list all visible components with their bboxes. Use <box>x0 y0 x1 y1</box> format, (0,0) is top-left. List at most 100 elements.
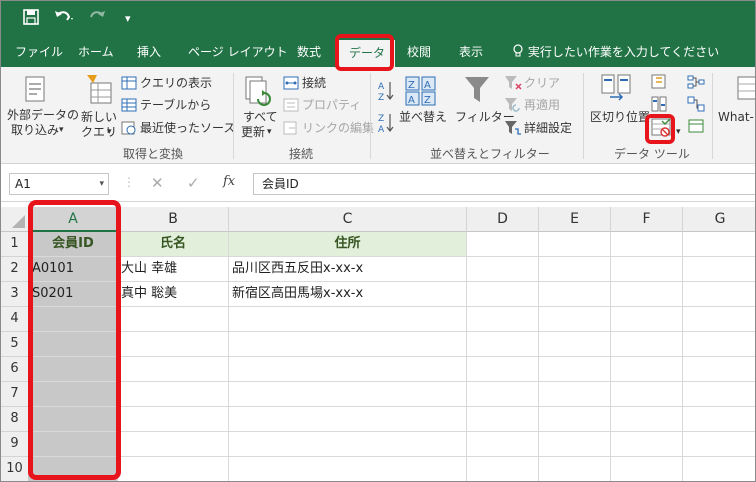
relationships-icon[interactable] <box>687 96 705 115</box>
cancel-icon[interactable]: ✕ <box>151 174 164 192</box>
show-queries-icon[interactable] <box>121 76 137 93</box>
table-cell[interactable] <box>229 332 467 357</box>
advanced-button[interactable]: 詳細設定 <box>524 121 572 135</box>
text-to-columns-icon[interactable] <box>600 73 634 110</box>
table-cell[interactable] <box>467 457 539 481</box>
table-cell[interactable] <box>467 307 539 332</box>
row-header[interactable]: 7 <box>1 382 29 407</box>
column-header-g[interactable]: G <box>683 207 755 232</box>
table-cell[interactable] <box>118 457 229 481</box>
table-cell[interactable] <box>611 332 683 357</box>
table-cell[interactable] <box>683 307 755 332</box>
new-query-label-1[interactable]: 新しい <box>81 110 117 124</box>
table-cell[interactable] <box>229 432 467 457</box>
header-cell[interactable] <box>539 232 611 257</box>
refresh-all-icon[interactable] <box>244 75 274 110</box>
table-cell[interactable] <box>118 332 229 357</box>
refresh-all-dropdown-icon[interactable]: ▾ <box>267 125 272 139</box>
table-cell[interactable] <box>683 357 755 382</box>
table-cell[interactable] <box>539 257 611 282</box>
consolidate-icon[interactable] <box>687 74 705 93</box>
table-cell[interactable] <box>229 382 467 407</box>
table-cell[interactable] <box>683 432 755 457</box>
external-data-dropdown-icon[interactable]: ▾ <box>59 123 64 137</box>
row-header[interactable]: 10 <box>1 457 29 481</box>
column-header-c[interactable]: C <box>229 207 467 232</box>
show-queries-button[interactable]: クエリの表示 <box>140 76 212 90</box>
table-cell[interactable] <box>539 432 611 457</box>
table-cell[interactable] <box>467 382 539 407</box>
row-header[interactable]: 2 <box>1 257 29 282</box>
tab-review[interactable]: 校閲 <box>407 39 431 67</box>
save-icon[interactable] <box>23 9 39 29</box>
column-header-f[interactable]: F <box>611 207 683 232</box>
new-query-icon[interactable] <box>85 73 115 110</box>
header-cell[interactable]: 氏名 <box>118 232 229 257</box>
table-cell[interactable] <box>467 332 539 357</box>
from-table-button[interactable]: テーブルから <box>140 98 211 112</box>
refresh-all-label-2[interactable]: 更新 <box>241 125 265 139</box>
header-cell[interactable] <box>611 232 683 257</box>
text-to-columns-button[interactable]: 区切り位置 <box>590 110 650 124</box>
table-cell[interactable] <box>467 357 539 382</box>
what-if-analysis-icon[interactable] <box>736 75 755 106</box>
header-cell[interactable]: 住所 <box>229 232 467 257</box>
table-cell[interactable] <box>683 407 755 432</box>
customize-qat-icon[interactable]: ▾ <box>125 9 131 29</box>
flash-fill-icon[interactable] <box>651 74 667 93</box>
table-cell[interactable] <box>539 307 611 332</box>
column-header-e[interactable]: E <box>539 207 611 232</box>
tab-view[interactable]: 表示 <box>459 39 483 67</box>
external-data-icon[interactable] <box>23 75 49 108</box>
external-data-label-2[interactable]: 取り込み <box>11 123 59 137</box>
table-cell[interactable] <box>539 382 611 407</box>
table-cell[interactable] <box>683 332 755 357</box>
sort-icon[interactable]: ZAAZ <box>405 76 437 109</box>
row-header[interactable]: 3 <box>1 282 29 307</box>
manage-data-model-icon[interactable] <box>687 118 705 137</box>
table-cell[interactable] <box>611 257 683 282</box>
table-cell[interactable] <box>539 457 611 481</box>
column-header-b[interactable]: B <box>118 207 229 232</box>
connections-icon[interactable] <box>283 76 299 93</box>
connections-button[interactable]: 接続 <box>302 76 326 90</box>
table-cell[interactable] <box>539 357 611 382</box>
table-cell[interactable] <box>683 382 755 407</box>
external-data-label-1[interactable]: 外部データの <box>7 108 79 122</box>
table-cell[interactable]: 新宿区高田馬場x-xx-x <box>229 282 467 307</box>
undo-icon[interactable] <box>53 9 75 29</box>
select-all-corner[interactable] <box>1 207 29 232</box>
table-cell[interactable] <box>611 282 683 307</box>
formula-input[interactable]: 会員ID <box>253 173 755 195</box>
table-cell[interactable] <box>229 457 467 481</box>
row-header[interactable]: 5 <box>1 332 29 357</box>
table-cell[interactable] <box>611 307 683 332</box>
table-cell[interactable] <box>467 282 539 307</box>
what-if-analysis-button[interactable]: What-I <box>718 110 755 124</box>
advanced-filter-icon[interactable] <box>504 120 522 139</box>
table-cell[interactable] <box>683 457 755 481</box>
recent-sources-button[interactable]: 最近使ったソース <box>140 121 235 135</box>
tab-insert[interactable]: 挿入 <box>137 39 161 67</box>
sort-ascending-icon[interactable]: AZ <box>377 80 395 105</box>
table-cell[interactable] <box>229 407 467 432</box>
filter-icon[interactable] <box>463 75 491 108</box>
name-box-dropdown-icon[interactable]: ▾ <box>99 174 104 194</box>
table-cell[interactable] <box>539 282 611 307</box>
table-cell[interactable] <box>467 407 539 432</box>
sort-descending-icon[interactable]: ZA <box>377 112 395 137</box>
new-query-dropdown-icon[interactable]: ▾ <box>107 125 112 139</box>
insert-function-icon[interactable]: fx <box>223 174 235 189</box>
table-cell[interactable] <box>229 307 467 332</box>
table-cell[interactable] <box>118 307 229 332</box>
table-cell[interactable] <box>683 257 755 282</box>
column-header-d[interactable]: D <box>467 207 539 232</box>
tab-home[interactable]: ホーム <box>78 39 114 67</box>
table-cell[interactable] <box>611 457 683 481</box>
table-cell[interactable]: 真中 聡美 <box>118 282 229 307</box>
sort-button[interactable]: 並べ替え <box>399 110 447 124</box>
enter-icon[interactable]: ✓ <box>187 174 200 192</box>
redo-icon[interactable] <box>87 9 109 29</box>
table-cell[interactable] <box>467 432 539 457</box>
from-table-icon[interactable] <box>121 98 137 115</box>
